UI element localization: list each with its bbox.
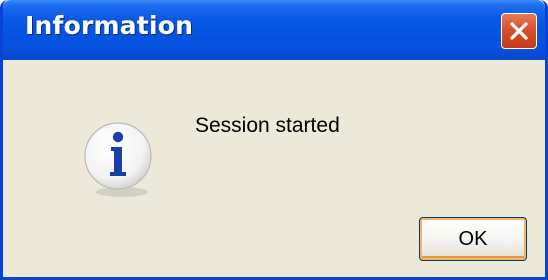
close-button[interactable]	[501, 13, 537, 49]
dialog-title: Information	[25, 11, 194, 40]
ok-button[interactable]: OK	[419, 217, 527, 261]
information-dialog: Information Session started OK	[0, 0, 548, 280]
title-bar[interactable]: Information	[3, 0, 545, 60]
close-icon	[510, 22, 528, 40]
dialog-message: Session started	[195, 114, 340, 137]
information-icon	[84, 122, 152, 197]
dialog-body: Session started OK	[3, 60, 545, 277]
